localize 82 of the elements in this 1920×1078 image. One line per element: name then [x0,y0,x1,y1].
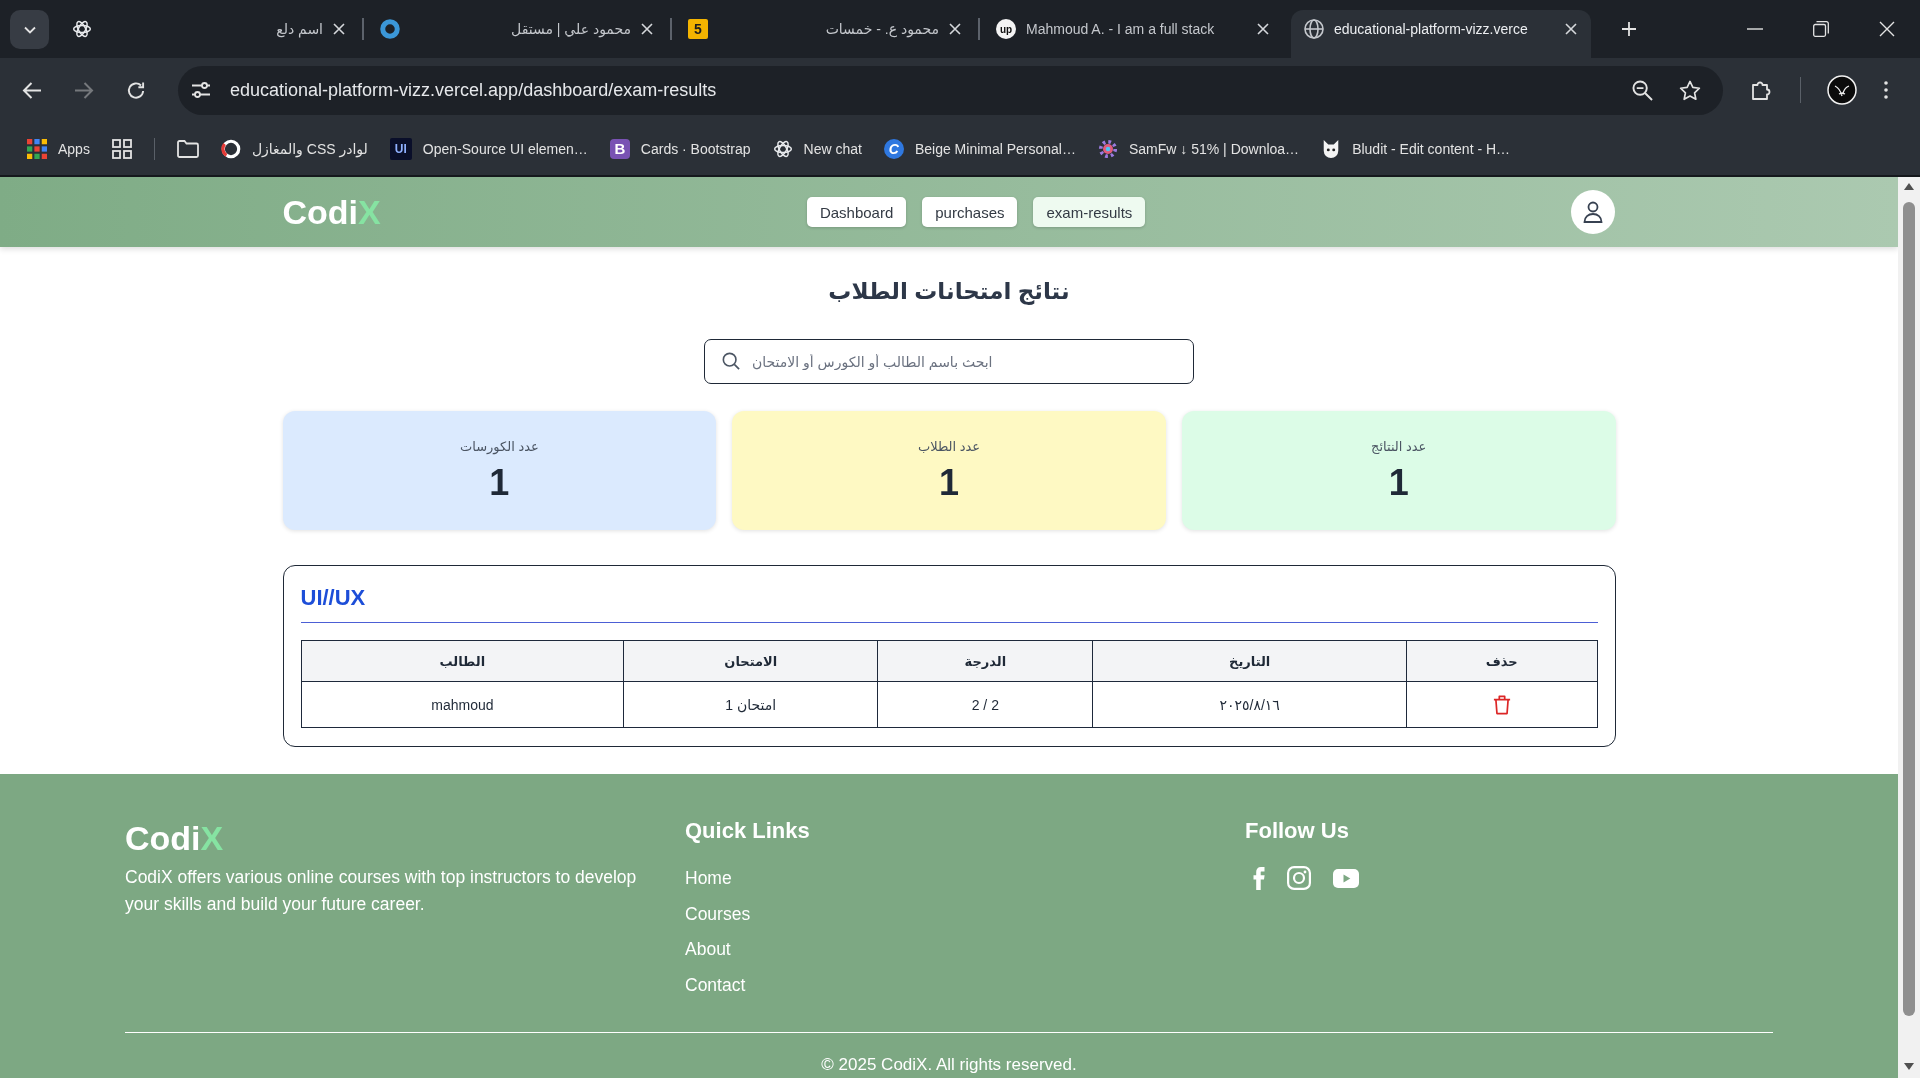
youtube-icon[interactable] [1333,868,1359,888]
table-cell: mahmoud [301,681,624,728]
atom-icon [72,19,92,39]
table-header-cell: حذف [1406,640,1597,682]
table-cell: 2 / 2 [877,681,1093,728]
close-icon[interactable] [1565,23,1577,35]
table-header-cell: التاريخ [1092,640,1407,682]
scroll-down-icon[interactable] [1904,1063,1914,1070]
apps-grid-icon [27,138,47,159]
loader-ring-icon [220,138,241,159]
nav-button[interactable]: exam-results [1033,197,1146,227]
stat-label: عدد الطلاب [917,438,981,455]
ring-icon [380,19,400,39]
search-icon [722,352,740,370]
footer-heading: Follow Us [1245,818,1349,844]
letters-tile-icon: UI [389,137,412,160]
letter-circle-icon: C [883,138,904,159]
zoom-out-icon[interactable] [1632,79,1653,101]
reload-icon[interactable] [126,80,146,100]
scroll-up-icon[interactable] [1904,183,1914,190]
back-arrow-icon[interactable] [22,80,42,100]
stat-value: 1 [1388,462,1409,503]
close-icon[interactable] [333,23,345,35]
table-header-cell: الطالب [301,640,624,682]
bookmark[interactable]: SamFw ↓ 51% | Downloa… [1098,138,1300,159]
user-icon [1583,201,1604,223]
browser-tab[interactable]: اسم دلع [59,10,359,58]
profile-avatar-icon[interactable] [1827,75,1857,105]
browser-tab[interactable]: educational-platform-vizz.verce [1291,10,1591,58]
table-cell: امتحان 1 [623,681,878,728]
table-header-cell: الدرجة [877,640,1093,682]
menu-icon[interactable] [1884,81,1888,99]
stat-value: 1 [939,462,960,503]
atom-icon [772,138,793,159]
folder-icon[interactable] [176,139,199,158]
tab-search-button[interactable] [10,10,49,49]
bookmark[interactable]: Bludit - Edit content - H… [1321,138,1511,159]
chevron-down-icon [23,25,36,34]
site-settings-icon[interactable] [191,81,211,99]
address-bar[interactable]: educational-platform-vizz.vercel.app/dashboard/exam-results [178,65,1723,115]
letters-circle-icon: up [996,19,1016,39]
trash-icon[interactable] [1492,694,1511,715]
bookmark[interactable]: لوادر CSS والمغازل [220,138,368,159]
page-title: نتائج امتحانات الطلاب [828,277,1070,307]
footer-description: CodiX offers various online courses with top instructors to develop your skills and build your future career. [125,866,638,916]
bookmark[interactable]: B Cards · Bootstrap [609,138,751,159]
url-text[interactable]: educational-platform-vizz.vercel.app/dashboard/exam-results [230,79,717,101]
browser-tab[interactable]: محمود علي | مستقل [367,10,667,58]
browser-tab[interactable]: up Mahmoud A. - I am a full stack [983,10,1283,58]
stat-label: عدد النتائج [1371,438,1427,455]
copyright: © 2025 CodiX. All rights reserved. [821,1054,1077,1075]
bookmark-star-icon[interactable] [1679,79,1701,101]
profile-button[interactable] [1571,190,1616,234]
globe-icon [1304,19,1324,39]
footer-heading: Quick Links [685,818,810,844]
close-icon[interactable] [949,23,961,35]
flower-icon [1098,138,1118,159]
stat-label: عدد الكورسات [459,438,539,455]
table-header-cell: الامتحان [623,640,878,682]
nav-button[interactable]: purchases [922,197,1018,227]
footer-logo: CodiX [125,818,224,858]
plus-icon[interactable] [1621,21,1637,37]
stat-value: 1 [489,462,510,503]
close-icon[interactable] [1257,23,1269,35]
apps-bookmark[interactable]: Apps [27,138,90,159]
bookmark[interactable]: C Beige Minimal Personal… [883,138,1076,159]
puzzle-piece-icon[interactable] [1751,79,1773,101]
nav-button[interactable]: Dashboard [806,197,907,227]
close-icon[interactable] [641,23,653,35]
table-cell: ٢٠٢٥/٨/١٦ [1092,681,1407,728]
bookmark[interactable]: New chat [772,138,862,159]
facebook-icon[interactable] [1253,866,1265,890]
restore-icon[interactable] [1813,21,1829,37]
bookmark[interactable]: UI Open-Source UI elemen… [389,137,588,160]
letter-tile-icon: B [609,138,630,159]
course-title: UI//UX [300,585,366,611]
instagram-icon[interactable] [1287,866,1311,890]
scrollbar-thumb[interactable] [1903,202,1915,1016]
close-icon[interactable] [1879,21,1895,37]
four-squares-icon[interactable] [111,138,132,159]
digit-tile-icon: 5 [688,19,708,39]
scrollbar[interactable] [1898,177,1920,1078]
